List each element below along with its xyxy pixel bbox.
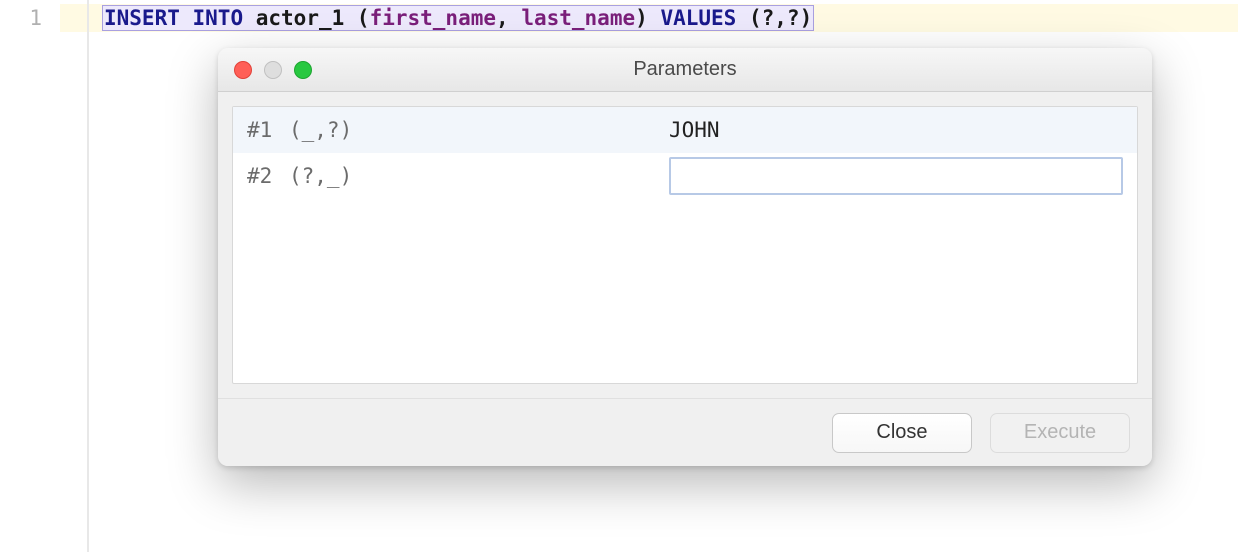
comma2: ,	[774, 6, 787, 30]
keyword-insert: INSERT	[104, 6, 180, 30]
table-row[interactable]: #2 (?,_)	[233, 153, 1137, 199]
gutter: 1	[0, 0, 60, 552]
rparen: )	[635, 6, 648, 30]
param-value-input[interactable]	[669, 157, 1123, 195]
keyword-into: INTO	[193, 6, 244, 30]
lparen2: (	[749, 6, 762, 30]
window-close-icon[interactable]	[234, 61, 252, 79]
traffic-lights	[218, 61, 312, 79]
param-index: #2	[233, 164, 289, 188]
param-value: JOHN	[669, 118, 1137, 142]
param-signature: (?,_)	[289, 164, 669, 188]
rparen2: )	[800, 6, 813, 30]
param2: ?	[787, 6, 800, 30]
line-number: 1	[0, 4, 60, 32]
param1: ?	[762, 6, 775, 30]
dialog-footer: Close Execute	[218, 398, 1152, 466]
dialog-titlebar[interactable]: Parameters	[218, 48, 1152, 92]
param-signature: (_,?)	[289, 118, 669, 142]
column-first-name: first_name	[370, 6, 496, 30]
dialog-title: Parameters	[218, 58, 1152, 81]
window-minimize-icon[interactable]	[264, 61, 282, 79]
parameters-table: #1 (_,?) JOHN #2 (?,_)	[232, 106, 1138, 384]
keyword-values: VALUES	[660, 6, 736, 30]
close-button[interactable]: Close	[832, 413, 972, 453]
dialog-body: #1 (_,?) JOHN #2 (?,_)	[218, 92, 1152, 398]
sql-line: INSERT INTO actor_1 (first_name, last_na…	[102, 4, 1238, 32]
param-index: #1	[233, 118, 289, 142]
lparen: (	[357, 6, 370, 30]
column-last-name: last_name	[521, 6, 635, 30]
param-value-cell	[669, 157, 1137, 195]
comma: ,	[496, 6, 509, 30]
parameters-dialog: Parameters #1 (_,?) JOHN #2 (?,_) Close …	[218, 48, 1152, 466]
table-name: actor_1	[256, 6, 345, 30]
table-row[interactable]: #1 (_,?) JOHN	[233, 107, 1137, 153]
window-maximize-icon[interactable]	[294, 61, 312, 79]
execute-button[interactable]: Execute	[990, 413, 1130, 453]
